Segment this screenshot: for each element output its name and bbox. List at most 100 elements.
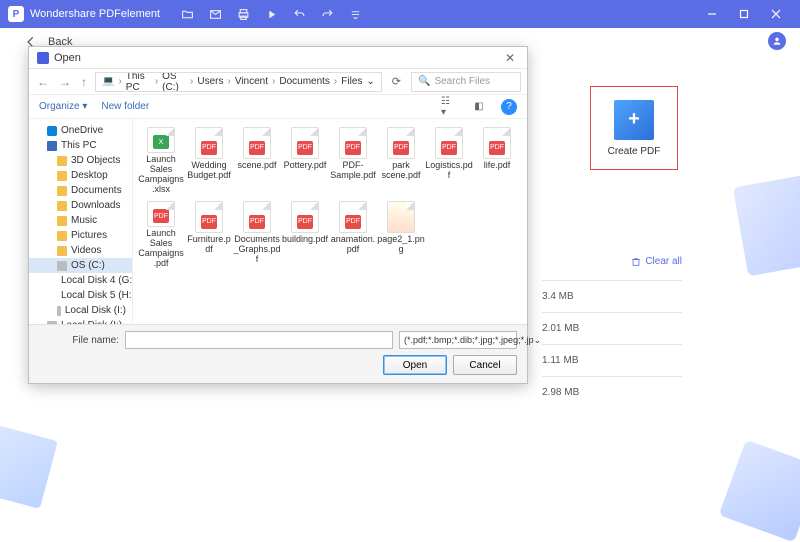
- file-name: Documents_Graphs.pdf: [233, 235, 281, 265]
- filename-label: File name:: [39, 335, 119, 346]
- file-icon: PDF: [243, 127, 271, 159]
- refresh-icon[interactable]: ⟳: [388, 75, 405, 88]
- file-name: Logistics.pdf: [425, 161, 473, 181]
- dialog-close-button[interactable]: ✕: [501, 51, 519, 65]
- file-item[interactable]: PDF life.pdf: [473, 125, 521, 195]
- open-button[interactable]: Open: [383, 355, 447, 375]
- recent-size: 3.4 MB: [542, 280, 682, 312]
- tree-node[interactable]: Desktop: [29, 168, 132, 183]
- file-item[interactable]: PDFFurniture.pdf: [185, 199, 233, 269]
- file-name: park scene.pdf: [377, 161, 425, 181]
- file-name: building.pdf: [282, 235, 328, 245]
- search-icon: 🔍: [418, 76, 430, 87]
- dropdown-icon[interactable]: [348, 7, 362, 21]
- file-item[interactable]: PDFLogistics.pdf: [425, 125, 473, 195]
- new-folder-button[interactable]: New folder: [101, 101, 149, 112]
- file-icon: PDF: [147, 201, 175, 227]
- help-icon[interactable]: ?: [501, 99, 517, 115]
- file-grid[interactable]: XLaunch Sales Campaigns.xlsxPDFWedding B…: [133, 119, 527, 324]
- file-icon: PDF: [483, 127, 511, 159]
- clear-all-button[interactable]: Clear all: [631, 256, 682, 267]
- filename-input[interactable]: [125, 331, 393, 349]
- recent-size: 1.11 MB: [542, 344, 682, 376]
- file-icon: PDF: [435, 127, 463, 159]
- dialog-nav: ← → ↑ 💻› This PC› OS (C:)› Users› Vincen…: [29, 69, 527, 95]
- tree-node[interactable]: Local Disk (I:): [29, 303, 132, 318]
- nav-up-icon[interactable]: ↑: [79, 75, 89, 89]
- file-item[interactable]: page2_1.png: [377, 199, 425, 269]
- file-icon: PDF: [387, 127, 415, 159]
- dialog-titlebar: Open ✕: [29, 47, 527, 69]
- undo-icon[interactable]: [292, 7, 306, 21]
- file-item[interactable]: PDFPDF-Sample.pdf: [329, 125, 377, 195]
- search-input[interactable]: 🔍 Search Files: [411, 72, 521, 92]
- cancel-button[interactable]: Cancel: [453, 355, 517, 375]
- clear-all-label: Clear all: [645, 256, 682, 267]
- file-item[interactable]: XLaunch Sales Campaigns.xlsx: [137, 125, 185, 195]
- tree-node[interactable]: Local Disk 5 (H:): [29, 288, 132, 303]
- print-icon[interactable]: [236, 7, 250, 21]
- file-name: Furniture.pdf: [185, 235, 233, 255]
- app-title: Wondershare PDFelement: [30, 8, 160, 20]
- tree-node[interactable]: Videos: [29, 243, 132, 258]
- recent-size: 2.01 MB: [542, 312, 682, 344]
- tree-node[interactable]: 3D Objects: [29, 153, 132, 168]
- breadcrumb[interactable]: 💻› This PC› OS (C:)› Users› Vincent› Doc…: [95, 72, 382, 92]
- decoration: [733, 174, 800, 277]
- view-mode-icon[interactable]: ☷ ▾: [441, 99, 457, 115]
- file-item[interactable]: PDF building.pdf: [281, 199, 329, 269]
- search-placeholder: Search Files: [434, 76, 490, 87]
- pc-icon: 💻: [102, 76, 114, 87]
- file-item[interactable]: PDFanamation.pdf: [329, 199, 377, 269]
- tree-node[interactable]: Downloads: [29, 198, 132, 213]
- folder-icon[interactable]: [180, 7, 194, 21]
- dialog-toolbar: Organize ▾ New folder ☷ ▾ ◧ ?: [29, 95, 527, 119]
- plus-icon: +: [614, 100, 654, 140]
- file-icon: PDF: [291, 201, 319, 233]
- recent-size: 2.98 MB: [542, 376, 682, 408]
- preview-pane-icon[interactable]: ◧: [471, 99, 487, 115]
- tree-node[interactable]: This PC: [29, 138, 132, 153]
- close-button[interactable]: [760, 0, 792, 28]
- create-pdf-button[interactable]: + Create PDF: [590, 86, 678, 170]
- decoration: [0, 423, 58, 509]
- file-icon: PDF: [243, 201, 271, 233]
- file-name: life.pdf: [484, 161, 511, 171]
- file-icon: PDF: [339, 201, 367, 233]
- file-item[interactable]: PDFLaunch Sales Campaigns.pdf: [137, 199, 185, 269]
- decoration: [719, 440, 800, 542]
- file-icon: X: [147, 127, 175, 153]
- organize-menu[interactable]: Organize ▾: [39, 101, 87, 112]
- maximize-button[interactable]: [728, 0, 760, 28]
- dialog-title: Open: [54, 52, 501, 64]
- recent-file-sizes: 3.4 MB 2.01 MB 1.11 MB 2.98 MB: [542, 280, 682, 408]
- nav-back-icon[interactable]: ←: [35, 75, 51, 89]
- nav-forward-icon[interactable]: →: [57, 75, 73, 89]
- file-icon: PDF: [339, 127, 367, 159]
- mail-icon[interactable]: [208, 7, 222, 21]
- file-item[interactable]: PDFDocuments_Graphs.pdf: [233, 199, 281, 269]
- share-icon[interactable]: [264, 7, 278, 21]
- folder-tree[interactable]: OneDriveThis PC3D ObjectsDesktopDocument…: [29, 119, 133, 324]
- tree-node[interactable]: Pictures: [29, 228, 132, 243]
- tree-node[interactable]: Documents: [29, 183, 132, 198]
- redo-icon[interactable]: [320, 7, 334, 21]
- file-name: Pottery.pdf: [284, 161, 327, 171]
- tree-node[interactable]: Local Disk 4 (G:): [29, 273, 132, 288]
- right-panel: + Create PDF: [580, 86, 690, 170]
- file-type-filter[interactable]: (*.pdf;*.bmp;*.dib;*.jpg;*.jpeg;*.jp⌄: [399, 331, 517, 349]
- tree-node[interactable]: OneDrive: [29, 123, 132, 138]
- tree-node[interactable]: Music: [29, 213, 132, 228]
- chevron-down-icon[interactable]: ⌄: [366, 76, 374, 87]
- file-name: Launch Sales Campaigns.xlsx: [137, 155, 185, 195]
- file-item[interactable]: PDFPottery.pdf: [281, 125, 329, 195]
- user-avatar-icon[interactable]: [768, 32, 786, 50]
- minimize-button[interactable]: [696, 0, 728, 28]
- titlebar: P Wondershare PDFelement: [0, 0, 800, 28]
- file-item[interactable]: PDFpark scene.pdf: [377, 125, 425, 195]
- file-item[interactable]: PDFWedding Budget.pdf: [185, 125, 233, 195]
- clear-icon: [631, 257, 641, 267]
- tree-node[interactable]: OS (C:): [29, 258, 132, 273]
- file-name: anamation.pdf: [329, 235, 377, 255]
- file-item[interactable]: PDFscene.pdf: [233, 125, 281, 195]
